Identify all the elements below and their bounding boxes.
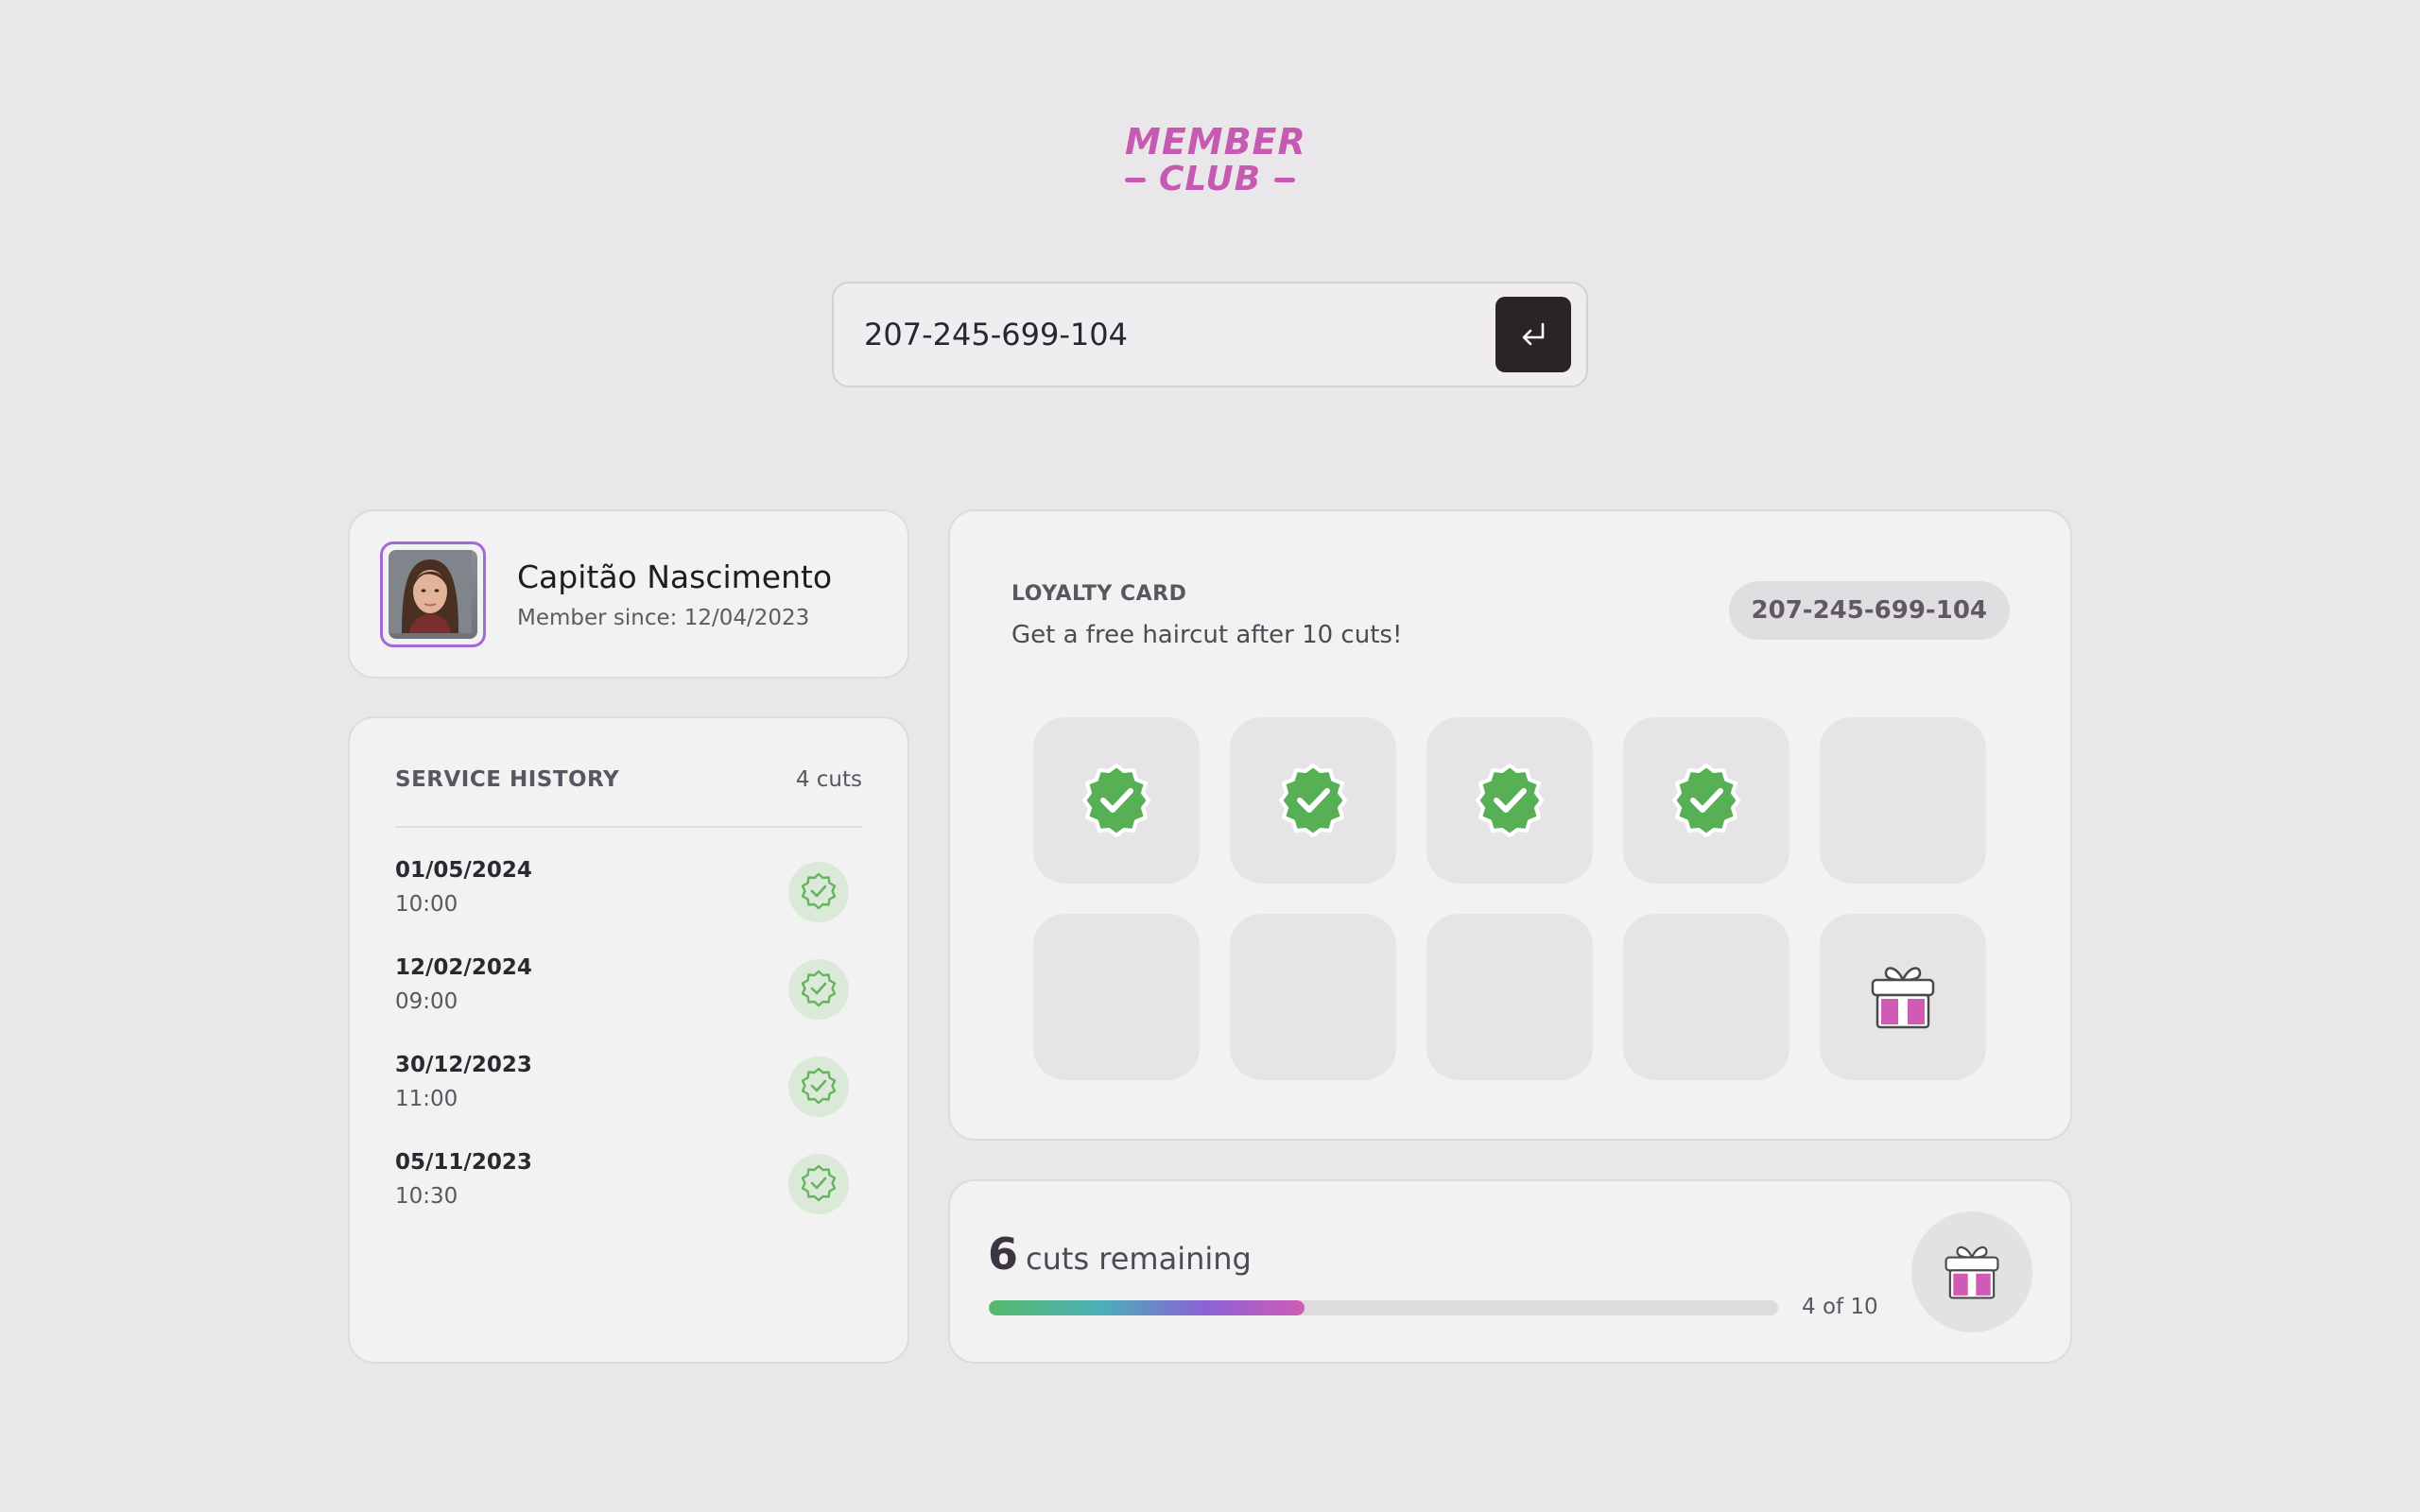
member-name: Capitão Nascimento	[517, 558, 833, 595]
logo-dash-right	[1274, 177, 1295, 182]
stamp-check-icon	[1672, 764, 1740, 837]
logo-dash-left	[1125, 177, 1146, 182]
history-row: 01/05/2024 10:00	[395, 858, 864, 934]
cuts-remaining-number: 6	[988, 1228, 1019, 1280]
progress-ratio: 4 of 10	[1802, 1295, 1878, 1319]
progress-card: 6 cuts remaining 4 of 10	[948, 1179, 2072, 1364]
logo-line-2: CLUB	[1158, 160, 1262, 198]
stamp-slot-empty	[1230, 914, 1396, 1080]
stamp-slot-empty	[1623, 914, 1789, 1080]
stamp-slot	[1623, 717, 1789, 884]
stamp-slot	[1033, 717, 1200, 884]
member-since: Member since: 12/04/2023	[517, 606, 810, 630]
progress-bar	[989, 1300, 1778, 1315]
history-row: 12/02/2024 09:00	[395, 955, 864, 1031]
search-submit-button[interactable]	[1495, 297, 1571, 372]
divider	[395, 826, 862, 828]
history-row: 05/11/2023 10:30	[395, 1150, 864, 1226]
stamp-check-icon	[1082, 764, 1150, 837]
gift-icon	[1945, 1246, 1999, 1299]
member-profile-card: Capitão Nascimento Member since: 12/04/2…	[348, 509, 909, 679]
gift-icon	[1871, 967, 1935, 1029]
stamp-slot	[1426, 717, 1593, 884]
cuts-remaining-label: cuts remaining	[1026, 1241, 1252, 1277]
avatar-frame	[380, 541, 486, 647]
member-id-input[interactable]	[864, 306, 1586, 363]
service-history-card: SERVICE HISTORY 4 cuts 01/05/2024 10:00 …	[348, 716, 909, 1364]
loyalty-card: LOYALTY CARD Get a free haircut after 10…	[948, 509, 2072, 1141]
check-badge-icon	[788, 1154, 849, 1214]
logo-line-2-wrap: CLUB	[1125, 161, 1295, 198]
progress-bar-fill	[989, 1300, 1305, 1315]
enter-icon	[1522, 322, 1545, 346]
service-history-title: SERVICE HISTORY	[395, 767, 620, 792]
loyalty-card-subtitle: Get a free haircut after 10 cuts!	[1011, 621, 1403, 649]
avatar-photo	[389, 550, 472, 633]
logo: MEMBER CLUB	[1125, 121, 1306, 203]
check-badge-icon	[788, 862, 849, 922]
stamp-slot-empty	[1426, 914, 1593, 1080]
check-badge-icon	[788, 1057, 849, 1117]
stamp-slot-empty	[1820, 717, 1986, 884]
member-search-bar	[832, 282, 1588, 387]
service-history-count: 4 cuts	[795, 767, 862, 792]
loyalty-card-title: LOYALTY CARD	[1011, 582, 1187, 606]
avatar	[389, 550, 477, 639]
stamp-slot-empty	[1033, 914, 1200, 1080]
stamp-slot	[1230, 717, 1396, 884]
reward-badge	[1911, 1211, 2032, 1332]
card-id-badge: 207-245-699-104	[1728, 581, 2010, 640]
stamp-check-icon	[1279, 764, 1347, 837]
check-badge-icon	[788, 959, 849, 1020]
history-row: 30/12/2023 11:00	[395, 1053, 864, 1128]
cuts-remaining: 6 cuts remaining	[988, 1228, 1252, 1280]
stamp-check-icon	[1476, 764, 1544, 837]
logo-line-1: MEMBER	[1125, 121, 1306, 163]
reward-slot	[1820, 914, 1986, 1080]
